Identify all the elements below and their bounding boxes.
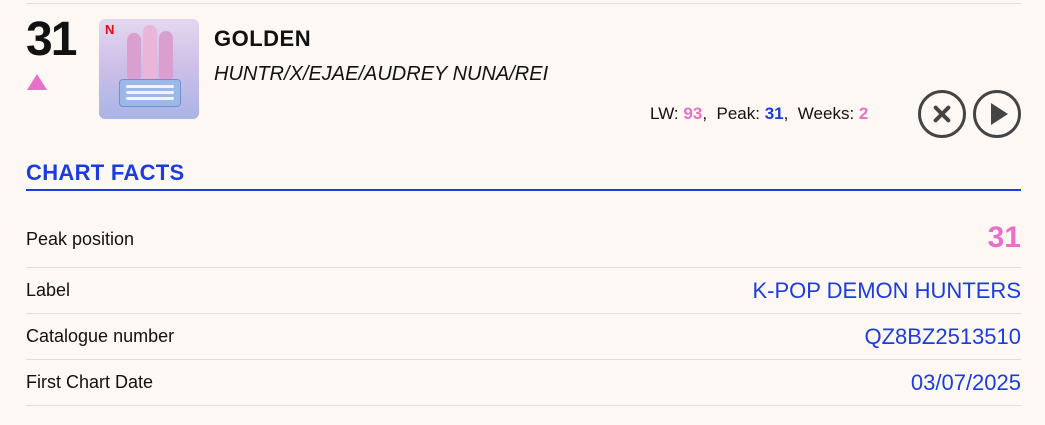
fact-value-link[interactable]: 03/07/2025 — [911, 370, 1021, 396]
fact-row-first-chart-date: First Chart Date 03/07/2025 — [26, 360, 1021, 406]
artwork-figure — [159, 31, 173, 79]
album-artwork[interactable]: N — [99, 19, 199, 119]
fact-row-catalogue-number: Catalogue number QZ8BZ2513510 — [26, 314, 1021, 360]
fact-label: First Chart Date — [26, 372, 154, 392]
chart-facts-heading: CHART FACTS — [26, 160, 185, 185]
fact-label: Label — [26, 280, 71, 300]
fact-label: Peak position — [26, 229, 135, 249]
song-title[interactable]: GOLDEN — [214, 26, 311, 52]
fact-row-peak-position: Peak position 31 — [26, 215, 1021, 268]
peak-value: 31 — [764, 104, 784, 123]
play-icon — [991, 103, 1008, 125]
fact-value: 31 — [987, 221, 1021, 254]
artwork-figure — [143, 25, 157, 79]
chart-position: 31 — [26, 13, 77, 66]
play-button[interactable] — [973, 90, 1021, 138]
song-artist[interactable]: HUNTR/X/EJAE/AUDREY NUNA/REI — [214, 63, 548, 86]
weeks-value: 2 — [858, 104, 869, 123]
fact-row-label: Label K-POP DEMON HUNTERS — [26, 268, 1021, 314]
peak-label: Peak: — [716, 104, 760, 123]
triangle-up-icon — [27, 74, 47, 90]
last-week-label: LW: — [650, 104, 679, 123]
last-week-value: 93 — [683, 104, 703, 123]
fact-label: Catalogue number — [26, 326, 175, 346]
top-divider — [26, 3, 1021, 4]
chart-stats: LW: 93, Peak: 31, Weeks: 2 — [650, 104, 869, 123]
netflix-badge: N — [105, 22, 115, 37]
weeks-label: Weeks: — [797, 104, 855, 123]
fact-value-link[interactable]: QZ8BZ2513510 — [864, 324, 1021, 350]
fact-value-link[interactable]: K-POP DEMON HUNTERS — [752, 278, 1021, 304]
chart-facts-divider — [26, 189, 1021, 191]
close-icon[interactable] — [918, 90, 966, 138]
artwork-figure — [127, 33, 141, 79]
artwork-logo — [119, 79, 181, 107]
